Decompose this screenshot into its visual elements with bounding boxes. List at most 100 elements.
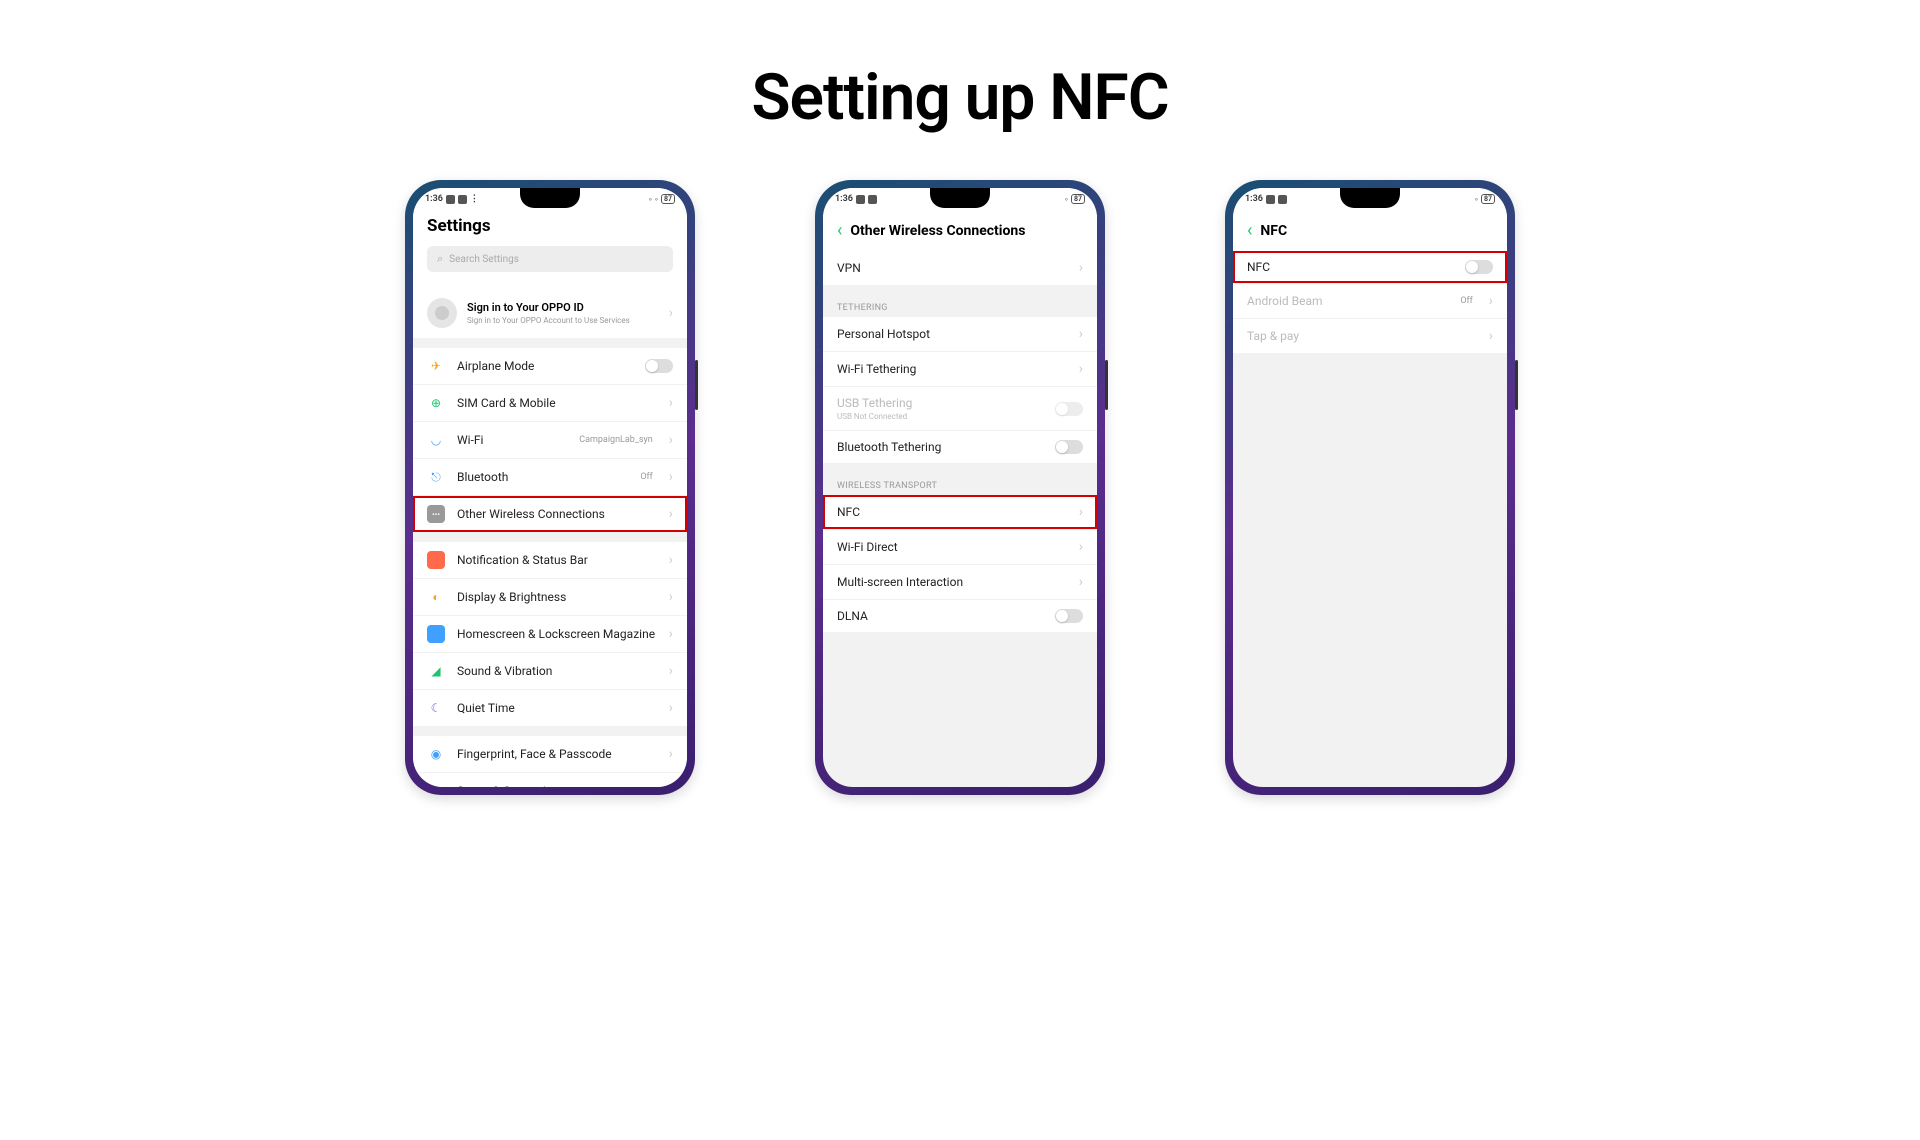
fingerprint-row[interactable]: ◉ Fingerprint, Face & Passcode ›: [413, 736, 687, 773]
battery-icon: 87: [1071, 194, 1085, 204]
row-label: Bluetooth: [457, 470, 628, 484]
row-label: Sound & Vibration: [457, 664, 657, 678]
airplane-row[interactable]: ✈ Airplane Mode: [413, 348, 687, 385]
search-input[interactable]: ⌕ Search Settings: [427, 246, 673, 272]
wifitether-row[interactable]: Wi-Fi Tethering ›: [823, 352, 1097, 387]
chevron-right-icon: ›: [669, 626, 673, 642]
nfc-toggle-row[interactable]: NFC: [1233, 251, 1507, 284]
row-value: CampaignLab_syn: [579, 435, 653, 445]
usbtether-toggle: [1055, 402, 1083, 416]
chevron-right-icon: ›: [669, 432, 673, 448]
bttether-row[interactable]: Bluetooth Tethering: [823, 431, 1097, 463]
chevron-right-icon: ›: [669, 783, 673, 787]
chevron-right-icon: ›: [1079, 539, 1083, 555]
sim-icon: ⊕: [427, 394, 445, 412]
row-label: Airplane Mode: [457, 359, 633, 373]
row-label: Tap & pay: [1247, 329, 1477, 343]
chevron-right-icon: ›: [669, 663, 673, 679]
group-header: WIRELESS TRANSPORT: [823, 473, 1097, 495]
chevron-right-icon: ›: [1079, 574, 1083, 590]
signin-subtitle: Sign in to Your OPPO Account to Use Serv…: [467, 316, 659, 325]
homescreen-row[interactable]: Homescreen & Lockscreen Magazine ›: [413, 616, 687, 653]
wifi-row[interactable]: ◡ Wi-Fi CampaignLab_syn ›: [413, 422, 687, 459]
row-label: Display & Brightness: [457, 590, 657, 604]
phone-mock-1: 1:36 ⋮ ◦ ◦ 87 Settings ⌕: [405, 180, 695, 795]
signal-icon: ◦: [1475, 194, 1478, 205]
row-label: Wi-Fi Tethering: [837, 362, 1067, 376]
moon-icon: ☾: [427, 699, 445, 717]
notification-icon: [427, 551, 445, 569]
status-time: 1:36: [425, 194, 443, 204]
signal-icon: ◦: [649, 194, 652, 205]
row-label: Wi-Fi Direct: [837, 540, 1067, 554]
status-icon: [856, 195, 865, 204]
other-wireless-row[interactable]: ••• Other Wireless Connections ›: [413, 496, 687, 532]
battery-icon: 87: [661, 194, 675, 204]
row-label: SIM Card & Mobile: [457, 396, 657, 410]
row-sublabel: USB Not Connected: [837, 412, 1043, 421]
status-icon: [458, 195, 467, 204]
vpn-row[interactable]: VPN ›: [823, 251, 1097, 285]
bluetooth-row[interactable]: ⎋ Bluetooth Off ›: [413, 459, 687, 496]
sound-icon: ◢: [427, 662, 445, 680]
row-label: Quiet Time: [457, 701, 657, 715]
notch: [930, 188, 990, 208]
bluetooth-icon: ⎋: [427, 468, 445, 486]
row-label: Other Wireless Connections: [457, 507, 657, 521]
quiet-row[interactable]: ☾ Quiet Time ›: [413, 690, 687, 726]
group-header: TETHERING: [823, 295, 1097, 317]
search-icon: ⌕: [437, 252, 443, 266]
signin-row[interactable]: Sign in to Your OPPO ID Sign in to Your …: [413, 288, 687, 338]
row-label: Multi-screen Interaction: [837, 575, 1067, 589]
multiscreen-row[interactable]: Multi-screen Interaction ›: [823, 565, 1097, 600]
row-label: Smart & Convenient: [457, 784, 657, 787]
signal-icon: ◦: [655, 194, 658, 205]
nfc-row[interactable]: NFC ›: [823, 495, 1097, 530]
notification-row[interactable]: Notification & Status Bar ›: [413, 542, 687, 579]
row-label: Android Beam: [1247, 294, 1448, 308]
smart-row[interactable]: ◐ Smart & Convenient ›: [413, 773, 687, 787]
chevron-right-icon: ›: [669, 506, 673, 522]
search-placeholder: Search Settings: [449, 254, 519, 265]
display-row[interactable]: ◐ Display & Brightness ›: [413, 579, 687, 616]
dots-icon: •••: [427, 505, 445, 523]
status-time: 1:36: [1245, 194, 1263, 204]
brightness-icon: ◐: [427, 588, 445, 606]
hotspot-row[interactable]: Personal Hotspot ›: [823, 317, 1097, 352]
chevron-right-icon: ›: [1079, 260, 1083, 276]
status-icon: [868, 195, 877, 204]
header-title: Settings: [427, 216, 673, 236]
airplane-icon: ✈: [427, 357, 445, 375]
dlna-row[interactable]: DLNA: [823, 600, 1097, 632]
status-icon: [1278, 195, 1287, 204]
row-label: VPN: [837, 261, 1067, 275]
header-title: NFC: [1260, 223, 1287, 239]
signal-icon: ◦: [1065, 194, 1068, 205]
chevron-right-icon: ›: [1489, 328, 1493, 344]
chevron-right-icon: ›: [669, 469, 673, 485]
bttether-toggle[interactable]: [1055, 440, 1083, 454]
chevron-right-icon: ›: [669, 700, 673, 716]
wifidirect-row[interactable]: Wi-Fi Direct ›: [823, 530, 1097, 565]
header-bar: ‹ NFC: [1233, 210, 1507, 251]
airplane-toggle[interactable]: [645, 359, 673, 373]
battery-icon: 87: [1481, 194, 1495, 204]
page-title: Setting up NFC: [0, 60, 1920, 135]
chevron-right-icon: ›: [1079, 504, 1083, 520]
sound-row[interactable]: ◢ Sound & Vibration ›: [413, 653, 687, 690]
status-icon: [1266, 195, 1275, 204]
fingerprint-icon: ◉: [427, 745, 445, 763]
lightbulb-icon: ◐: [427, 782, 445, 787]
row-label: Personal Hotspot: [837, 327, 1067, 341]
back-button[interactable]: ‹: [1247, 220, 1252, 241]
sim-row[interactable]: ⊕ SIM Card & Mobile ›: [413, 385, 687, 422]
signin-title: Sign in to Your OPPO ID: [467, 301, 659, 314]
dlna-toggle[interactable]: [1055, 609, 1083, 623]
phones-row: 1:36 ⋮ ◦ ◦ 87 Settings ⌕: [0, 180, 1920, 795]
nfc-toggle[interactable]: [1465, 260, 1493, 274]
phone-mock-2: 1:36 ◦ 87 ‹ Other Wireless Connections V…: [815, 180, 1105, 795]
notch: [1340, 188, 1400, 208]
row-label: DLNA: [837, 609, 1043, 623]
chevron-right-icon: ›: [669, 746, 673, 762]
back-button[interactable]: ‹: [837, 220, 842, 241]
